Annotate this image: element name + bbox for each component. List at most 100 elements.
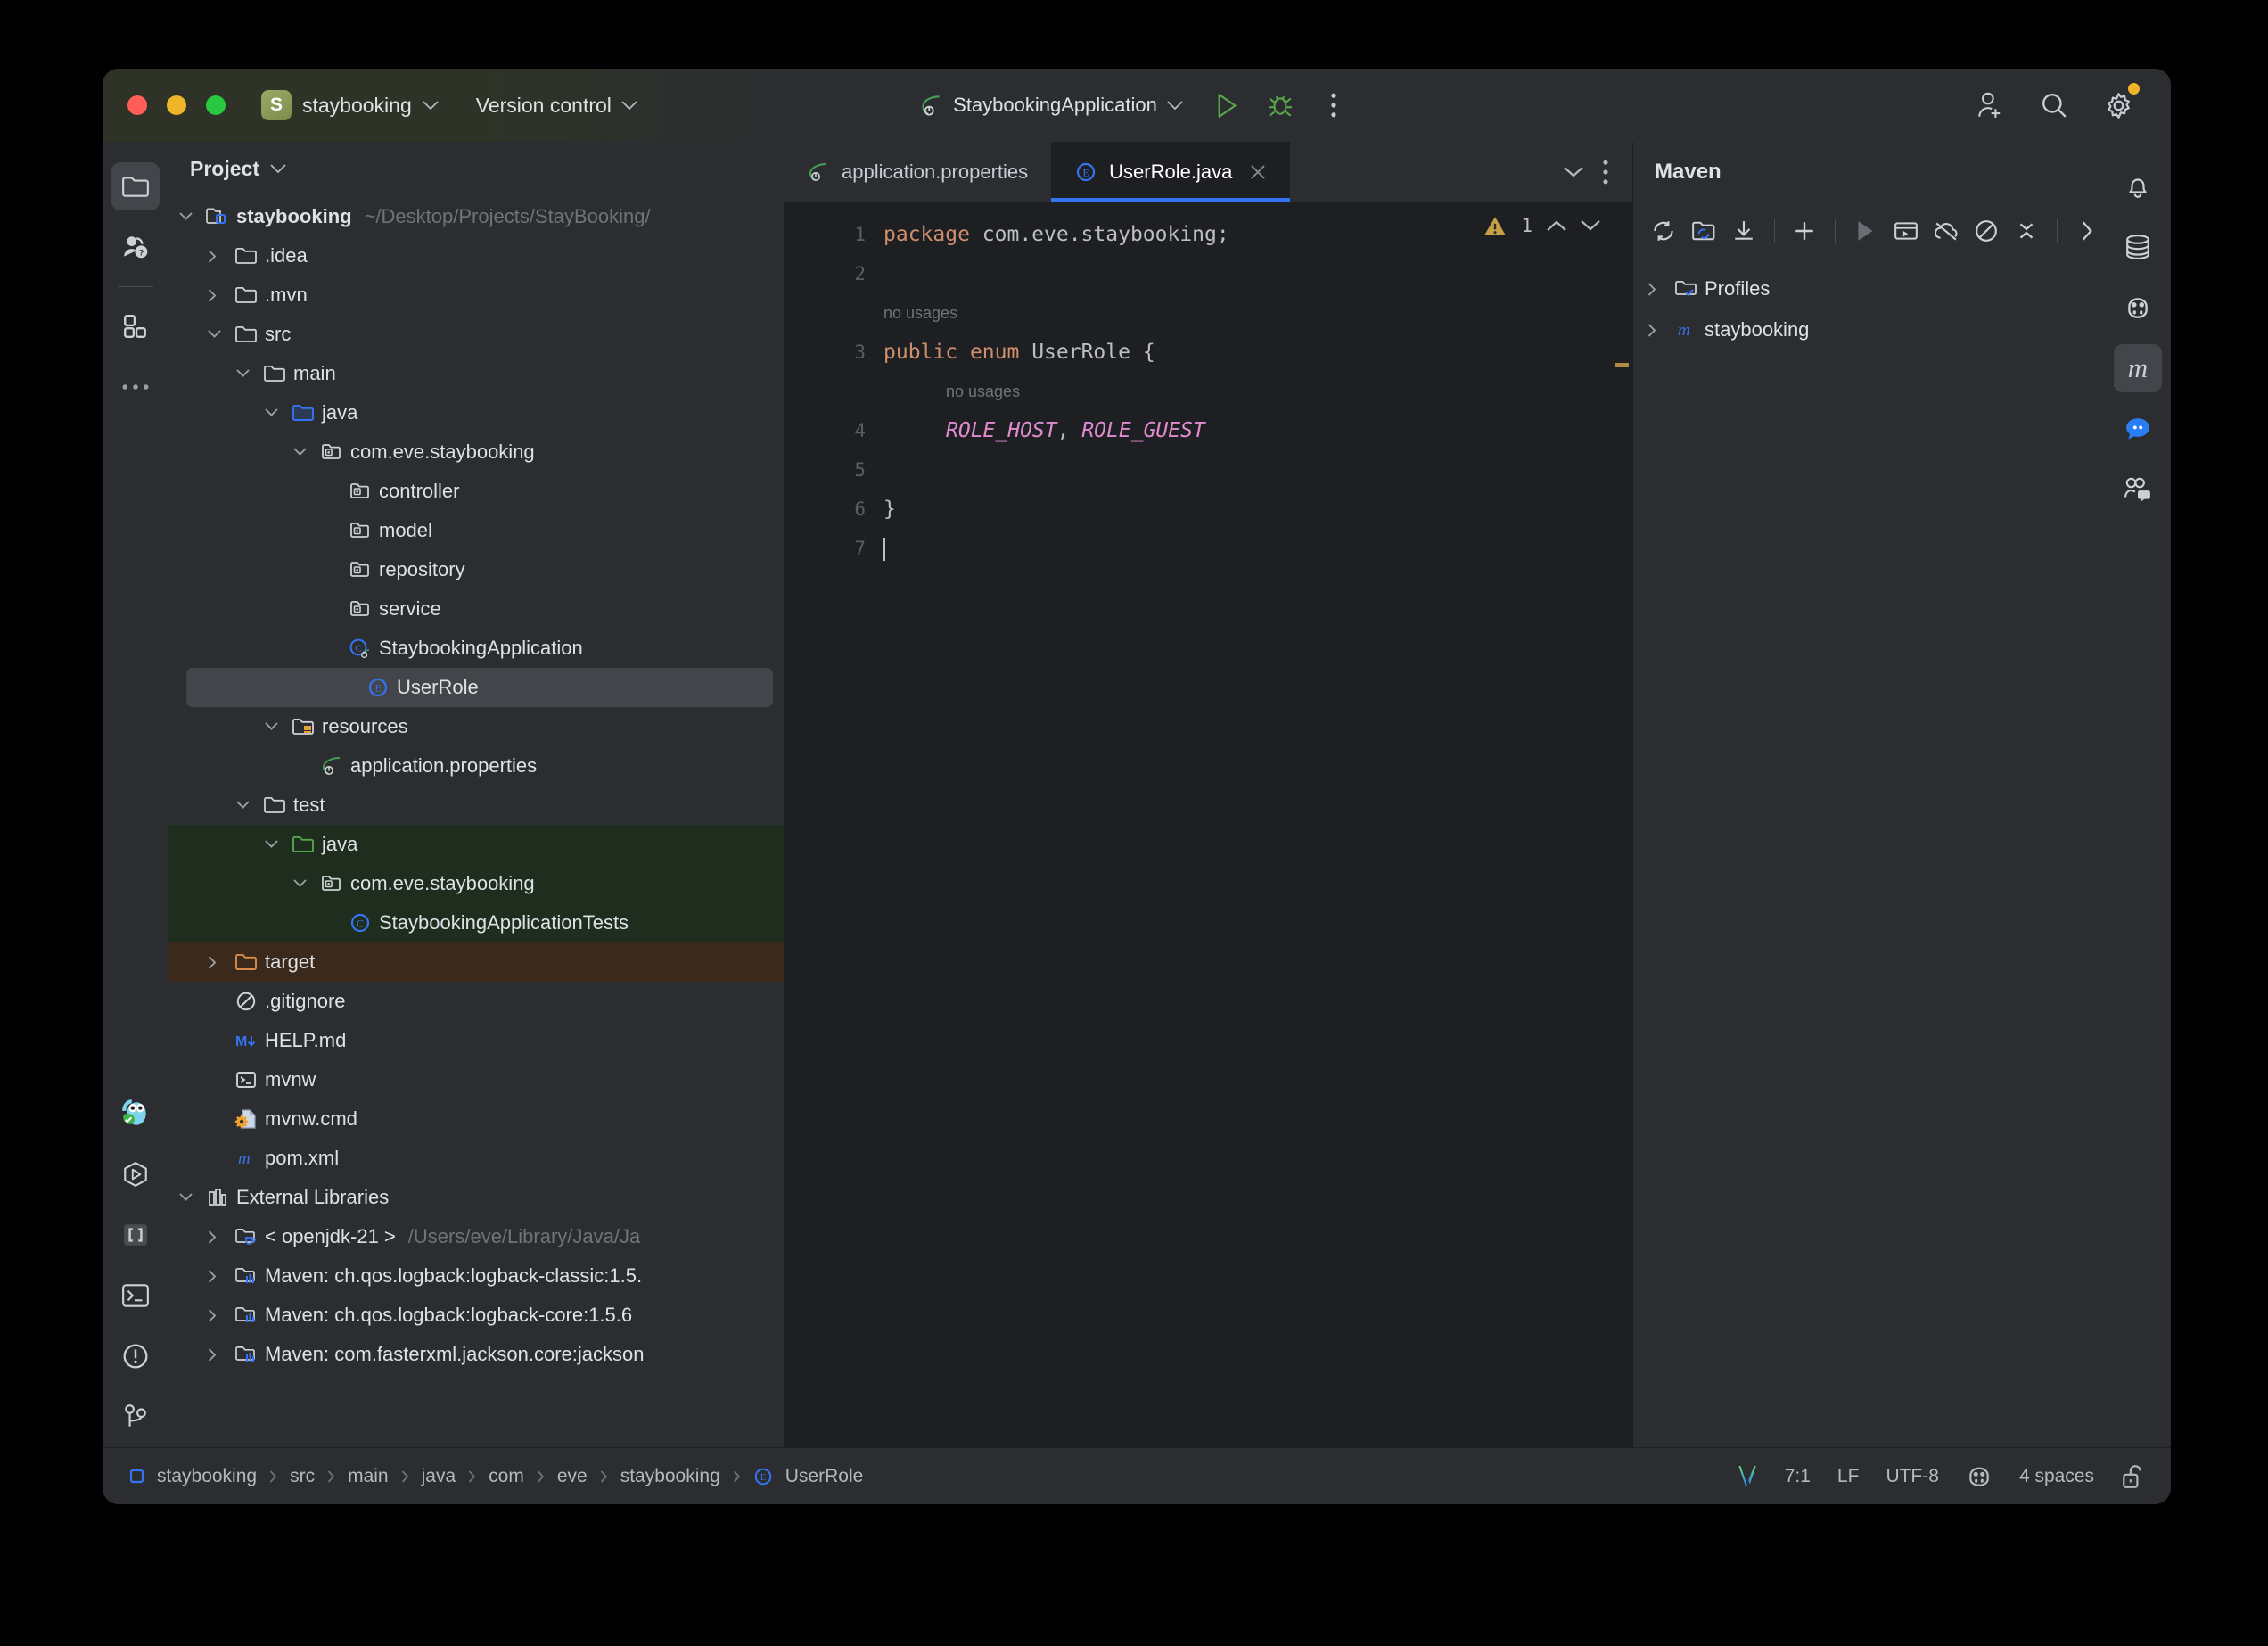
chevron-right-icon[interactable] (1648, 283, 1671, 296)
editor-tab-userrole-java[interactable]: EUserRole.java (1051, 142, 1290, 202)
tree-row-java[interactable]: java (168, 825, 784, 864)
tree-row-main[interactable]: main (168, 354, 784, 393)
settings-gear-icon[interactable] (2098, 85, 2139, 126)
run-button[interactable] (1206, 85, 1247, 126)
chevron-down-icon[interactable] (270, 164, 286, 174)
minimize-window-button[interactable] (167, 95, 186, 115)
chevron-down-icon[interactable] (179, 1193, 202, 1202)
close-window-button[interactable] (127, 95, 147, 115)
download-sources-icon[interactable] (1726, 211, 1761, 251)
chevron-down-icon[interactable] (1563, 166, 1584, 178)
maven-tree-row-staybooking[interactable]: mstaybooking (1633, 309, 2105, 350)
tree-row--gitignore[interactable]: .gitignore (168, 982, 784, 1021)
reload-all-projects-icon[interactable] (1646, 211, 1680, 251)
sidebar-item-maven[interactable]: m (2114, 344, 2162, 392)
sidebar-item-commit[interactable]: ? (111, 223, 160, 271)
add-account-icon[interactable] (1969, 85, 2010, 126)
add-maven-project-icon[interactable] (1686, 211, 1721, 251)
tree-row-resources[interactable]: resources (168, 707, 784, 746)
tree-row-target[interactable]: target (168, 942, 784, 982)
run-icon[interactable] (1848, 211, 1883, 251)
chevron-right-icon[interactable] (208, 1309, 231, 1322)
chevron-down-icon[interactable] (265, 408, 288, 417)
tree-row-staybookingapplication[interactable]: CStaybookingApplication (168, 629, 784, 668)
code-content[interactable]: package com.eve.staybooking; no usages p… (883, 202, 1632, 1447)
tree-row-maven-ch-qos-logback-logback-classic-1-5-[interactable]: Maven: ch.qos.logback:logback-classic:1.… (168, 1256, 784, 1296)
window-controls[interactable] (127, 95, 226, 115)
breadcrumb-item[interactable]: staybooking (620, 1466, 720, 1487)
caret-position[interactable]: 7:1 (1785, 1466, 1811, 1487)
file-encoding[interactable]: UTF-8 (1886, 1466, 1939, 1487)
project-file-tree[interactable]: staybooking~/Desktop/Projects/StayBookin… (168, 195, 784, 1447)
chevron-down-icon[interactable] (293, 879, 316, 888)
tree-row-com-eve-staybooking[interactable]: com.eve.staybooking (168, 432, 784, 472)
sidebar-item-version-control[interactable] (111, 1393, 160, 1441)
breadcrumb-item[interactable]: eve (557, 1466, 588, 1487)
tree-row-model[interactable]: model (168, 511, 784, 550)
sidebar-item-chat[interactable] (2114, 405, 2162, 453)
tree-row-pom-xml[interactable]: mpom.xml (168, 1139, 784, 1178)
version-control-selector[interactable]: Version control (476, 94, 637, 118)
skip-tests-icon[interactable] (1968, 211, 2003, 251)
debug-button[interactable] (1260, 85, 1301, 126)
more-icon[interactable] (2070, 211, 2105, 251)
chevron-down-icon[interactable] (293, 448, 316, 457)
validation-v-icon[interactable] (1735, 1464, 1758, 1489)
maven-tree-row-profiles[interactable]: Profiles (1633, 268, 2105, 309)
sidebar-item-plugins[interactable] (111, 302, 160, 350)
inspection-widget[interactable]: 1 (1483, 215, 1600, 236)
chevron-right-icon[interactable] (208, 1230, 231, 1244)
project-selector[interactable]: S staybooking (261, 90, 439, 120)
toggle-offline-icon[interactable] (1928, 211, 1963, 251)
chevron-right-icon[interactable] (208, 250, 231, 263)
tree-row-controller[interactable]: controller (168, 472, 784, 511)
maven-project-tree[interactable]: Profilesmstaybooking (1633, 259, 2105, 1447)
maximize-window-button[interactable] (206, 95, 226, 115)
chevron-right-icon[interactable] (208, 289, 231, 302)
breadcrumb-item[interactable]: UserRole (785, 1466, 864, 1487)
tree-row-maven-ch-qos-logback-logback-core-1-5-6[interactable]: Maven: ch.qos.logback:logback-core:1.5.6 (168, 1296, 784, 1335)
chevron-down-icon[interactable] (236, 801, 259, 810)
breadcrumb[interactable]: staybookingsrcmainjavacomevestaybookingE… (129, 1466, 863, 1487)
breadcrumb-item[interactable]: com (489, 1466, 524, 1487)
breadcrumb-item[interactable]: main (348, 1466, 389, 1487)
chevron-right-icon[interactable] (208, 1270, 231, 1283)
maven-toolbar[interactable] (1633, 202, 2105, 259)
tree-row-com-eve-staybooking[interactable]: com.eve.staybooking (168, 864, 784, 903)
tree-row-userrole[interactable]: EUserRole (186, 668, 773, 707)
sidebar-item-problems[interactable] (111, 1332, 160, 1380)
sidebar-item-notifications[interactable] (2114, 162, 2162, 210)
breadcrumb-item[interactable]: staybooking (157, 1466, 257, 1487)
tree-row--idea[interactable]: .idea (168, 236, 784, 276)
previous-problem-icon[interactable] (1547, 219, 1566, 232)
unlocked-icon[interactable] (2121, 1464, 2144, 1489)
next-problem-icon[interactable] (1581, 219, 1600, 232)
chevron-right-icon[interactable] (1648, 324, 1671, 337)
breadcrumb-item[interactable]: java (422, 1466, 456, 1487)
chevron-right-icon[interactable] (208, 956, 231, 969)
editor-marker-bar[interactable] (1613, 202, 1632, 1447)
tree-row-test[interactable]: test (168, 786, 784, 825)
tree-row-staybooking[interactable]: staybooking~/Desktop/Projects/StayBookin… (168, 197, 784, 236)
breadcrumb-item[interactable]: src (290, 1466, 315, 1487)
chevron-down-icon[interactable] (208, 330, 231, 339)
tree-row-help-md[interactable]: MHELP.md (168, 1021, 784, 1060)
tree-row-staybookingapplicationtests[interactable]: CStaybookingApplicationTests (168, 903, 784, 942)
chevron-down-icon[interactable] (265, 722, 288, 731)
editor-tab-application-properties[interactable]: application.properties (784, 142, 1051, 202)
sidebar-item-terminal[interactable] (111, 1272, 160, 1320)
editor-main[interactable]: 12·3·4567 package com.eve.staybooking; n… (784, 202, 1632, 1447)
tree-row-maven-com-fasterxml-jackson-core-jackson[interactable]: Maven: com.fasterxml.jackson.core:jackso… (168, 1335, 784, 1374)
more-options-icon[interactable] (1602, 160, 1609, 185)
tree-row--openjdk-21-[interactable]: < openjdk-21 >/Users/eve/Library/Java/Ja (168, 1217, 784, 1256)
sidebar-item-database[interactable] (2114, 223, 2162, 271)
sidebar-item-run[interactable] (111, 1150, 160, 1198)
warning-marker[interactable] (1615, 363, 1629, 367)
sidebar-item-code-with-me[interactable] (2114, 465, 2162, 514)
add-icon[interactable] (1787, 211, 1822, 251)
execute-goal-icon[interactable] (1888, 211, 1923, 251)
tree-row-mvnw[interactable]: mvnw (168, 1060, 784, 1099)
tree-row-application-properties[interactable]: application.properties (168, 746, 784, 786)
collapse-all-icon[interactable] (2009, 211, 2044, 251)
tree-row-service[interactable]: service (168, 589, 784, 629)
